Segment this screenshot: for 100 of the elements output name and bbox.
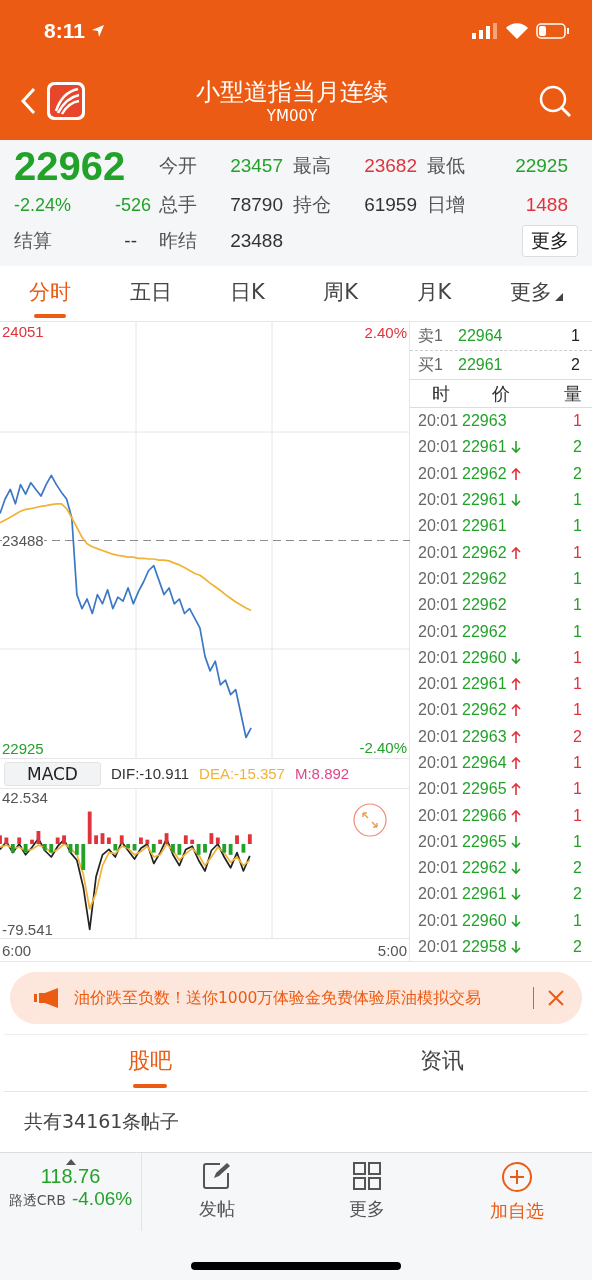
trade-price: 22962 [462,859,507,878]
trade-time: 20:01 [418,832,459,851]
trade-time: 20:01 [418,569,459,588]
more-button[interactable]: 更多 [522,225,578,257]
trade-price: 22965 [462,780,507,799]
close-button[interactable] [548,990,564,1006]
axis-label: 22925 [2,740,44,757]
chart-tab[interactable]: 周K [317,269,365,318]
down-arrow-icon [510,861,521,876]
indicator-selector[interactable]: MACD [4,761,101,786]
trade-quantity: 1 [573,754,582,772]
macd-bar [100,833,105,845]
trade-quantity: 1 [573,806,582,825]
macd-bar [62,835,66,845]
down-arrow-icon [510,940,521,955]
m-value: M:8.892 [294,765,350,783]
macd-bar [235,835,239,845]
field-value: 1488 [525,194,569,216]
trade-quantity: 2 [573,859,582,878]
trade-time: 20:01 [418,754,459,772]
chart-tab[interactable]: 更多 [503,269,569,318]
field-label: 日增 [427,192,466,217]
down-arrow-icon [510,887,521,902]
down-arrow-icon [510,493,521,508]
status-time: 8:11 [44,19,85,43]
column-header: 价 [492,381,510,406]
trade-quantity: 1 [573,543,582,562]
trade-time: 20:01 [418,675,459,694]
up-triangle-icon [65,1159,76,1165]
trade-price: 22963 [462,727,507,746]
change-value: -526 [114,194,152,216]
axis-label: -79.541 [2,921,53,939]
down-arrow-icon [510,834,521,849]
trade-price: 22961 [462,885,507,904]
trade-time: 20:01 [418,806,459,825]
trade-time: 20:01 [418,727,459,746]
macd-bar [94,835,98,845]
trade-quantity: 1 [573,622,582,641]
time-label: 5:00 [377,941,407,959]
back-button[interactable] [20,87,36,115]
expand-button[interactable] [353,803,387,838]
field-label: 昨结 [159,228,198,253]
time-label: 6:00 [2,941,32,959]
trade-quantity: 2 [573,727,582,746]
toolbar-button[interactable]: 发帖 [142,1153,292,1231]
macd-bar [203,844,207,853]
banner-text: 油价跌至负数！送你1000万体验金免费体验原油模拟交易 [74,987,483,1009]
chart-tab[interactable]: 五日 [123,269,178,318]
axis-label: 24051 [2,323,44,340]
post-count: 共有34161条帖子 [24,1109,180,1134]
field-label: 持仓 [293,192,332,217]
trade-time: 20:01 [418,543,459,562]
trade-price: 22965 [462,832,507,851]
down-arrow-icon [510,440,521,455]
dif-value: DIF:-10.911 [110,765,190,783]
trade-quantity: 1 [573,491,582,510]
change-percent: -2.24% [14,194,73,216]
trade-quantity: 2 [573,464,582,483]
trade-quantity: 2 [573,438,582,457]
chart-tab[interactable]: 分时 [23,269,78,318]
up-arrow-icon [510,545,521,560]
macd-bar [107,837,111,845]
dea-value: DEA:-15.357 [199,765,285,783]
trade-price: 22960 [462,648,507,667]
up-arrow-icon [510,677,521,692]
chart-tab[interactable]: 月K [410,269,458,318]
up-arrow-icon [510,729,521,744]
trade-price: 22962 [462,464,507,483]
field-value: 23488 [230,230,284,252]
trade-price: 22962 [462,596,507,615]
trade-price: 22961 [462,675,507,694]
chart-tab[interactable]: 日K [224,269,271,318]
field-label: 今开 [159,153,198,178]
trade-quantity: 1 [573,569,582,588]
field-value: 78790 [230,194,284,216]
trade-price: 22963 [462,412,507,431]
trade-quantity: 1 [573,412,582,431]
axis-label: -2.40% [359,739,407,757]
megaphone-icon [34,988,60,1008]
trade-quantity: 1 [573,675,582,694]
field-value: 23682 [364,155,418,177]
index-value: 118.76 [40,1165,101,1188]
trade-price: 22966 [462,806,507,825]
trade-price: 22961 [462,438,507,457]
wifi-icon [506,23,528,39]
trade-quantity: 1 [573,911,582,930]
page-title: 小型道指当月连续 [196,77,388,107]
search-button[interactable] [538,84,572,118]
edit-icon [202,1161,232,1191]
order-side: 卖1 [418,325,444,346]
toolbar-button[interactable]: 更多 [292,1153,442,1231]
trade-quantity: 2 [573,885,582,904]
last-price: 22962 [14,144,127,188]
section-tab[interactable]: 资讯 [414,1038,470,1088]
field-value: 61959 [364,194,418,216]
trade-quantity: 2 [573,938,582,957]
trade-time: 20:01 [418,859,459,878]
trade-time: 20:01 [418,464,459,483]
grid-icon [352,1161,382,1191]
field-label: 总手 [159,192,198,217]
